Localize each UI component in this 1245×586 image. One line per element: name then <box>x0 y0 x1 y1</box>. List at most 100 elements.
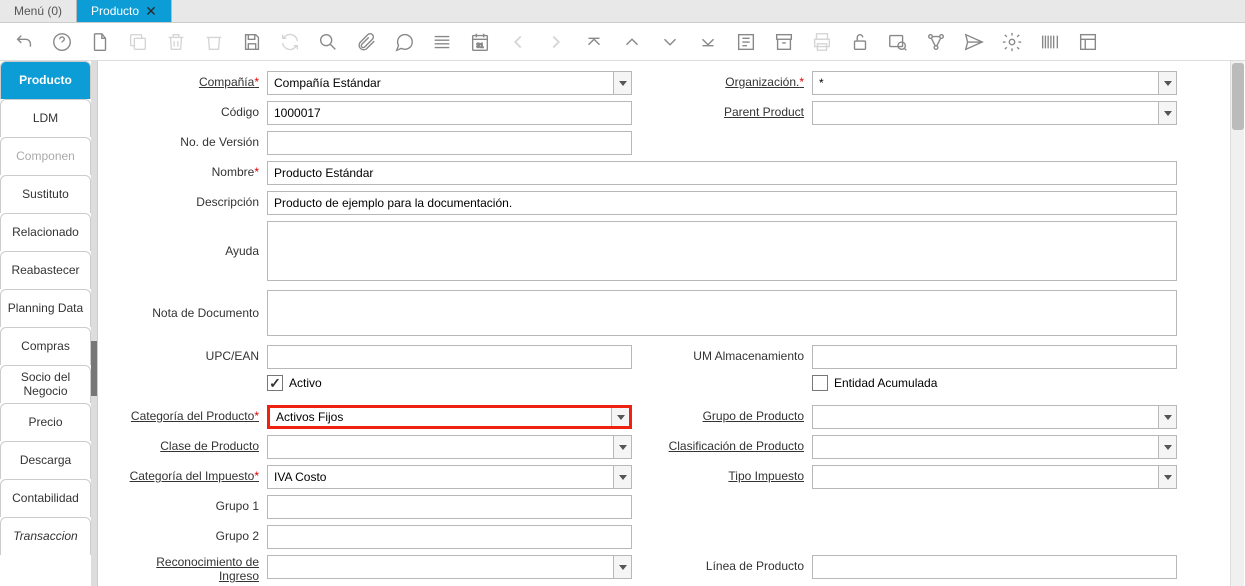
cat-impuesto-combo[interactable] <box>267 465 632 489</box>
undo-icon[interactable] <box>10 26 38 58</box>
entidad-checkbox[interactable] <box>812 375 828 391</box>
grupo1-input[interactable] <box>267 495 632 519</box>
delete-icon[interactable] <box>162 26 190 58</box>
help-icon[interactable] <box>48 26 76 58</box>
sidebar-item-precio[interactable]: Precio <box>0 403 91 441</box>
nota-doc-textarea[interactable] <box>267 290 1177 336</box>
sidebar-item-relacionado[interactable]: Relacionado <box>0 213 91 251</box>
chevron-down-icon[interactable] <box>1158 466 1176 488</box>
clase-producto-combo[interactable] <box>267 435 632 459</box>
recon-ingreso-input[interactable] <box>268 556 613 578</box>
content-scrollbar[interactable] <box>1230 61 1244 586</box>
sidebar-item-socio[interactable]: Socio del Negocio <box>0 365 91 403</box>
chevron-down-icon[interactable] <box>613 72 631 94</box>
workflow-icon[interactable] <box>922 26 950 58</box>
archive-icon[interactable] <box>770 26 798 58</box>
linea-producto-input[interactable] <box>812 555 1177 579</box>
first-icon[interactable] <box>580 26 608 58</box>
descripcion-input[interactable] <box>267 191 1177 215</box>
up-icon[interactable] <box>618 26 646 58</box>
trash-icon[interactable] <box>200 26 228 58</box>
prev-icon[interactable] <box>504 26 532 58</box>
refresh-icon[interactable] <box>276 26 304 58</box>
activo-checkbox[interactable] <box>267 375 283 391</box>
side-scroll-thumb[interactable] <box>91 341 97 396</box>
chevron-down-icon[interactable] <box>613 466 631 488</box>
print-icon[interactable] <box>808 26 836 58</box>
attachment-icon[interactable] <box>352 26 380 58</box>
side-scrollbar[interactable] <box>91 61 97 586</box>
codigo-input[interactable] <box>267 101 632 125</box>
top-tabs: Menú (0) Producto ✕ <box>0 0 1245 23</box>
no-version-input[interactable] <box>267 131 632 155</box>
zoom-icon[interactable] <box>884 26 912 58</box>
recon-ingreso-combo[interactable] <box>267 555 632 579</box>
sidebar-item-componen[interactable]: Componen <box>0 137 91 175</box>
chevron-down-icon[interactable] <box>613 436 631 458</box>
linea-producto-label: Línea de Producto <box>632 555 812 577</box>
tab-menu[interactable]: Menú (0) <box>0 0 77 22</box>
content-scroll-thumb[interactable] <box>1232 63 1244 130</box>
tab-producto[interactable]: Producto ✕ <box>77 0 172 22</box>
grupo2-input[interactable] <box>267 525 632 549</box>
nombre-label: Nombre* <box>122 161 267 183</box>
grupo-producto-label: Grupo de Producto <box>632 405 812 427</box>
chevron-down-icon[interactable] <box>1158 406 1176 428</box>
sidebar-item-reabastecer[interactable]: Reabastecer <box>0 251 91 289</box>
sidebar-item-descarga[interactable]: Descarga <box>0 441 91 479</box>
side-nav: Producto LDM Componen Sustituto Relacion… <box>0 61 98 586</box>
barcode-icon[interactable] <box>1036 26 1064 58</box>
cat-producto-combo[interactable] <box>267 405 632 429</box>
grupo-producto-combo[interactable] <box>812 405 1177 429</box>
chevron-down-icon[interactable] <box>611 408 629 426</box>
organizacion-input[interactable] <box>813 72 1158 94</box>
sidebar-item-compras[interactable]: Compras <box>0 327 91 365</box>
gear-icon[interactable] <box>998 26 1026 58</box>
close-icon[interactable]: ✕ <box>145 3 157 20</box>
cat-producto-input[interactable] <box>270 408 611 426</box>
um-alm-input[interactable] <box>812 345 1177 369</box>
chevron-down-icon[interactable] <box>1158 72 1176 94</box>
calendar-icon[interactable]: 31 <box>466 26 494 58</box>
chevron-down-icon[interactable] <box>613 556 631 578</box>
descripcion-label: Descripción <box>122 191 267 213</box>
form-icon[interactable] <box>1074 26 1102 58</box>
chat-icon[interactable] <box>390 26 418 58</box>
upc-ean-input[interactable] <box>267 345 632 369</box>
report-icon[interactable] <box>732 26 760 58</box>
organizacion-combo[interactable] <box>812 71 1177 95</box>
grid-icon[interactable] <box>428 26 456 58</box>
copy-icon[interactable] <box>124 26 152 58</box>
cat-impuesto-input[interactable] <box>268 466 613 488</box>
tipo-impuesto-combo[interactable] <box>812 465 1177 489</box>
compania-combo[interactable] <box>267 71 632 95</box>
sidebar-item-transacciones[interactable]: Transaccion <box>0 517 91 555</box>
activo-checkbox-wrap[interactable]: Activo <box>267 375 632 391</box>
new-icon[interactable] <box>86 26 114 58</box>
lock-icon[interactable] <box>846 26 874 58</box>
sidebar-item-producto[interactable]: Producto <box>0 61 91 99</box>
chevron-down-icon[interactable] <box>1158 436 1176 458</box>
ayuda-textarea[interactable] <box>267 221 1177 281</box>
sidebar-item-sustituto[interactable]: Sustituto <box>0 175 91 213</box>
tipo-impuesto-input[interactable] <box>813 466 1158 488</box>
parent-product-combo[interactable] <box>812 101 1177 125</box>
sidebar-item-planning[interactable]: Planning Data <box>0 289 91 327</box>
clasif-producto-combo[interactable] <box>812 435 1177 459</box>
chevron-down-icon[interactable] <box>1158 102 1176 124</box>
clase-producto-input[interactable] <box>268 436 613 458</box>
clasif-producto-input[interactable] <box>813 436 1158 458</box>
compania-input[interactable] <box>268 72 613 94</box>
grupo-producto-input[interactable] <box>813 406 1158 428</box>
entidad-checkbox-wrap[interactable]: Entidad Acumulada <box>812 375 1177 391</box>
send-icon[interactable] <box>960 26 988 58</box>
nombre-input[interactable] <box>267 161 1177 185</box>
sidebar-item-contabilidad[interactable]: Contabilidad <box>0 479 91 517</box>
last-icon[interactable] <box>694 26 722 58</box>
down-icon[interactable] <box>656 26 684 58</box>
sidebar-item-ldm[interactable]: LDM <box>0 99 91 137</box>
next-icon[interactable] <box>542 26 570 58</box>
parent-product-input[interactable] <box>813 102 1158 124</box>
save-icon[interactable] <box>238 26 266 58</box>
search-icon[interactable] <box>314 26 342 58</box>
